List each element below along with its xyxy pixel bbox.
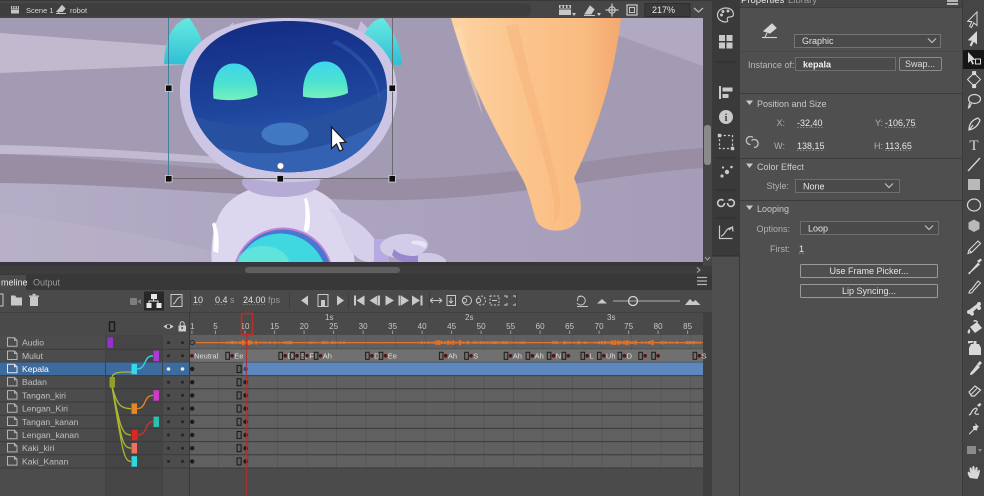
svg-text:kepala: kepala <box>803 60 832 70</box>
svg-text:Position and Size: Position and Size <box>757 99 827 109</box>
svg-text:F: F <box>309 352 314 361</box>
svg-text:85: 85 <box>683 322 692 331</box>
svg-text:H:: H: <box>874 141 883 151</box>
svg-text:50: 50 <box>477 322 486 331</box>
svg-text:Lengan_Kiri: Lengan_Kiri <box>22 404 68 414</box>
svg-text:meline: meline <box>1 278 28 288</box>
svg-text:Style:: Style: <box>766 181 789 191</box>
svg-text:138,15: 138,15 <box>797 141 825 151</box>
svg-text:Mulut: Mulut <box>22 351 44 361</box>
svg-text:-106,75: -106,75 <box>885 118 916 128</box>
svg-text:Ah: Ah <box>448 352 457 361</box>
svg-text:75: 75 <box>624 322 633 331</box>
svg-text:1: 1 <box>190 322 195 331</box>
svg-text:T: T <box>969 138 978 154</box>
svg-text:Swap...: Swap... <box>905 59 935 69</box>
svg-text:Output: Output <box>33 278 61 288</box>
svg-text:Instance of:: Instance of: <box>748 60 795 70</box>
svg-text:Looping: Looping <box>757 204 789 214</box>
svg-text:Badan: Badan <box>22 377 47 387</box>
svg-text:First:: First: <box>770 244 790 254</box>
svg-text:2s: 2s <box>465 313 473 322</box>
svg-text:Neutral: Neutral <box>194 352 219 361</box>
svg-text:3s: 3s <box>607 313 615 322</box>
svg-text:60: 60 <box>536 322 545 331</box>
svg-text:Kaki_Kanan: Kaki_Kanan <box>22 456 69 466</box>
svg-text:Lip Syncing...: Lip Syncing... <box>842 286 896 296</box>
svg-text:Graphic: Graphic <box>802 36 834 46</box>
svg-text:Loop: Loop <box>808 224 828 234</box>
svg-text:S: S <box>702 352 707 361</box>
svg-text:Kepala: Kepala <box>22 364 49 374</box>
svg-text:10: 10 <box>193 295 203 305</box>
svg-text:Ee: Ee <box>388 352 397 361</box>
svg-text:Tangan_kiri: Tangan_kiri <box>22 390 66 400</box>
svg-text:15: 15 <box>270 322 279 331</box>
svg-text:S: S <box>473 352 478 361</box>
svg-text:X:: X: <box>776 118 785 128</box>
svg-text:L: L <box>590 352 594 361</box>
svg-text:Color Effect: Color Effect <box>757 162 804 172</box>
svg-text:i: i <box>725 113 728 124</box>
svg-text:Lengan_kanan: Lengan_kanan <box>22 430 79 440</box>
svg-text:55: 55 <box>506 322 515 331</box>
svg-text:1s: 1s <box>325 313 333 322</box>
svg-text:-32,40: -32,40 <box>797 118 823 128</box>
svg-text:None: None <box>803 182 825 192</box>
svg-text:40: 40 <box>418 322 427 331</box>
svg-text:0.4 s: 0.4 s <box>215 295 235 305</box>
svg-text:Audio: Audio <box>22 338 44 348</box>
svg-text:113,65: 113,65 <box>885 141 912 151</box>
svg-text:45: 45 <box>447 322 456 331</box>
svg-text:35: 35 <box>388 322 397 331</box>
svg-text:Ah: Ah <box>513 352 522 361</box>
svg-text:20: 20 <box>300 322 309 331</box>
svg-text:Use Frame Picker...: Use Frame Picker... <box>829 266 908 276</box>
svg-text:25: 25 <box>329 322 338 331</box>
svg-text:Options:: Options: <box>756 224 790 234</box>
svg-text:Ee: Ee <box>234 352 243 361</box>
svg-text:24.00 fps: 24.00 fps <box>243 295 281 305</box>
svg-text:70: 70 <box>595 322 604 331</box>
svg-text:Tangan_kanan: Tangan_kanan <box>22 417 79 427</box>
svg-text:Kaki_kiri: Kaki_kiri <box>22 443 55 453</box>
svg-text:D: D <box>627 352 633 361</box>
svg-text:1: 1 <box>799 244 804 254</box>
svg-text:5: 5 <box>213 322 218 331</box>
svg-text:Uh: Uh <box>606 352 616 361</box>
svg-text:W:: W: <box>774 141 785 151</box>
svg-text:Ah: Ah <box>535 352 544 361</box>
svg-text:Y:: Y: <box>875 118 883 128</box>
svg-text:30: 30 <box>359 322 368 331</box>
svg-text:Ah: Ah <box>323 352 332 361</box>
svg-text:65: 65 <box>565 322 574 331</box>
svg-text:N: N <box>556 352 561 361</box>
svg-text:80: 80 <box>654 322 663 331</box>
